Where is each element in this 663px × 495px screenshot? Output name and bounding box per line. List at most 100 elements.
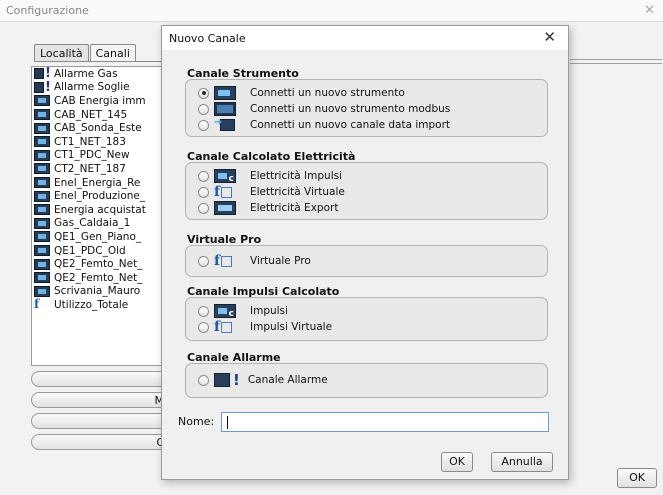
channel-label: CAB_Sonda_Este (54, 122, 142, 135)
list-item[interactable]: CT1_NET_183 (32, 135, 170, 149)
radio-button[interactable] (198, 305, 209, 317)
ok-button[interactable]: OK (441, 452, 473, 472)
virtual-function-icon: f□ (214, 253, 234, 269)
meter-icon (34, 272, 50, 284)
name-label: Nome: (178, 415, 215, 428)
option-elettricita-virtuale[interactable]: f□ Elettricità Virtuale (198, 185, 345, 199)
meter-icon (34, 109, 50, 121)
option-label: Impulsi Virtuale (250, 321, 333, 333)
list-action-button[interactable] (31, 413, 171, 429)
option-data-import[interactable]: Connetti un nuovo canale data import (198, 117, 451, 132)
meter-alarm-icon (34, 68, 44, 80)
dialog-title: Nuovo Canale (169, 32, 246, 45)
section-canale-strumento: Connetti un nuovo strumento Connetti un … (185, 79, 548, 137)
option-impulsi-virtuale[interactable]: f□ Impulsi Virtuale (198, 320, 332, 334)
list-item[interactable]: Enel_Energia_Re (32, 176, 170, 190)
meter-icon (34, 245, 50, 257)
meter-icon (34, 204, 50, 216)
radio-button[interactable] (198, 103, 209, 115)
list-item[interactable]: QE1_PDC_Old (32, 244, 170, 258)
list-item[interactable]: f Utilizzo_Totale (32, 298, 170, 312)
meter-icon (34, 122, 50, 134)
instrument-icon (214, 86, 236, 100)
channel-label: QE2_Femto_Net_ (54, 258, 143, 271)
energy-meter-icon (34, 190, 50, 202)
tab-canali[interactable]: Canali (89, 44, 136, 62)
dialog-titlebar: Nuovo Canale ✕ (162, 26, 568, 50)
option-impulsi[interactable]: Impulsi (198, 304, 288, 319)
list-item[interactable]: Energia acquistat (32, 203, 170, 217)
window-titlebar: Configurazione ✕ (0, 0, 663, 22)
section-calcolato-elettricita: Elettricità Impulsi f□ Elettricità Virtu… (185, 162, 548, 220)
section-impulsi-calcolato: Impulsi f□ Impulsi Virtuale (185, 297, 548, 341)
window-title: Configurazione (6, 4, 89, 17)
channel-label: Energia acquistat (54, 203, 146, 216)
new-channel-dialog: Nuovo Canale ✕ Canale Strumento Connetti… (161, 25, 569, 480)
option-label: Elettricità Export (250, 202, 339, 214)
option-strumento-modbus[interactable]: Connetti un nuovo strumento modbus (198, 102, 450, 116)
list-item[interactable]: Scrivania_Mauro (32, 285, 170, 299)
tab-bar: Località Canali (34, 44, 137, 62)
data-import-icon (214, 117, 236, 132)
option-label: Virtuale Pro (250, 255, 311, 267)
radio-button[interactable] (198, 87, 209, 99)
channel-label: QE1_Gen_Piano_ (54, 230, 142, 243)
meter-icon (34, 163, 50, 175)
list-item[interactable]: CT1_PDC_New (32, 149, 170, 163)
virtual-function-icon: f□ (214, 184, 234, 200)
close-icon[interactable]: ✕ (644, 3, 655, 18)
meter-alarm-icon (34, 81, 44, 93)
channel-label: CT2_NET_187 (54, 162, 126, 175)
list-item[interactable]: Enel_Produzione_ (32, 189, 170, 203)
list-item[interactable]: CAB_Sonda_Este (32, 121, 170, 135)
radio-button[interactable] (198, 170, 209, 182)
channel-label: Utilizzo_Totale (54, 298, 129, 311)
list-item[interactable]: QE1_Gen_Piano_ (32, 230, 170, 244)
channel-label: CT1_NET_183 (54, 135, 126, 148)
list-item[interactable]: CAB_NET_145 (32, 108, 170, 122)
list-item[interactable]: QE2_Femto_Net_ (32, 257, 170, 271)
name-input[interactable] (221, 412, 549, 432)
cancel-button[interactable]: Annulla (491, 452, 553, 472)
meter-icon (34, 231, 50, 243)
calculated-pulses-icon (214, 304, 236, 319)
energy-meter-icon (34, 95, 50, 107)
list-item[interactable]: QE2_Femto_Net_ (32, 271, 170, 285)
radio-button[interactable] (198, 374, 209, 386)
option-elettricita-export[interactable]: Elettricità Export (198, 201, 338, 215)
tab-localita[interactable]: Località (34, 44, 89, 62)
calculated-pulses-icon (214, 169, 236, 184)
close-icon[interactable]: ✕ (543, 28, 556, 46)
channel-label: Enel_Produzione_ (54, 190, 146, 203)
option-label: Elettricità Virtuale (250, 186, 345, 198)
option-virtuale-pro[interactable]: f□ Virtuale Pro (198, 254, 311, 268)
list-item[interactable]: Gas_Caldaia_1 (32, 217, 170, 231)
option-nuovo-strumento[interactable]: Connetti un nuovo strumento (198, 86, 405, 100)
option-label: Connetti un nuovo canale data import (250, 119, 451, 131)
radio-button[interactable] (198, 321, 209, 333)
meter-icon (34, 149, 50, 161)
list-item[interactable]: CT2_NET_187 (32, 162, 170, 176)
option-label: Elettricità Impulsi (250, 170, 343, 182)
export-icon (214, 201, 236, 215)
radio-button[interactable] (198, 119, 209, 131)
list-action-button[interactable]: C (31, 434, 171, 450)
radio-button[interactable] (198, 186, 209, 198)
list-action-button[interactable]: M (31, 392, 171, 408)
list-item[interactable]: CAB Energia imm (32, 94, 170, 108)
radio-button[interactable] (198, 202, 209, 214)
list-item[interactable]: ! Allarme Gas (32, 67, 170, 81)
option-canale-allarme[interactable]: ! Canale Allarme (198, 373, 328, 388)
channel-list[interactable]: ! Allarme Gas ! Allarme Soglie CAB Energia… (31, 66, 171, 366)
channel-label: CT1_PDC_New (54, 149, 130, 162)
channel-label: Allarme Gas (53, 67, 118, 80)
radio-button[interactable] (198, 255, 209, 267)
option-elettricita-impulsi[interactable]: Elettricità Impulsi (198, 169, 343, 184)
list-item[interactable]: ! Allarme Soglie (32, 80, 170, 95)
ok-button[interactable]: OK (617, 468, 657, 488)
list-action-button[interactable]: I (31, 371, 171, 387)
divider-line (570, 63, 662, 64)
option-label: Impulsi (250, 305, 288, 317)
channel-label: Allarme Soglie (53, 81, 130, 94)
option-label: Connetti un nuovo strumento (250, 87, 405, 99)
